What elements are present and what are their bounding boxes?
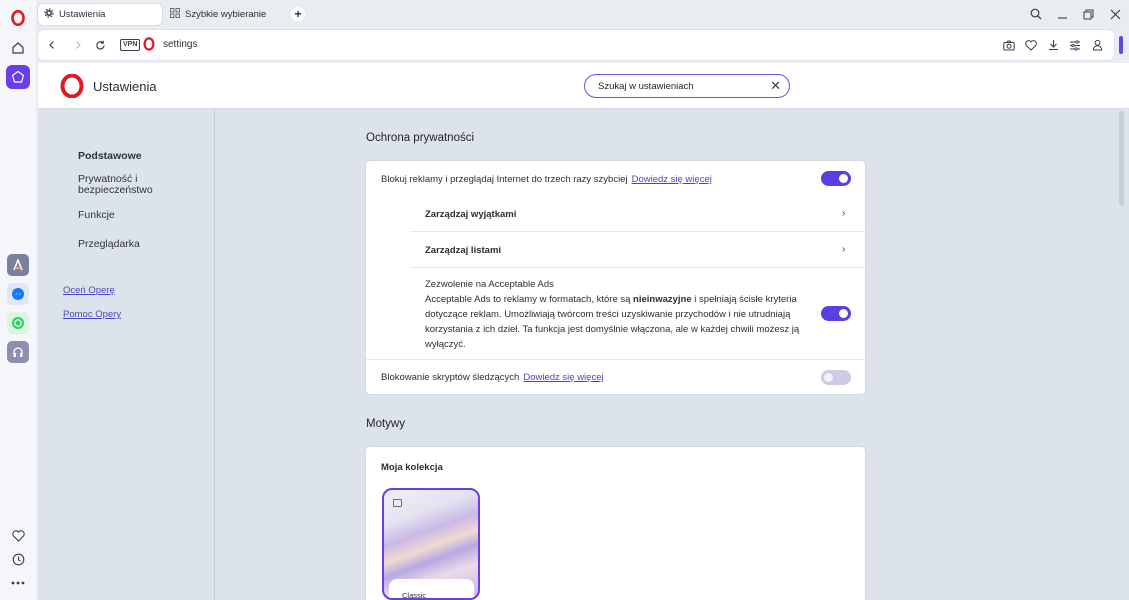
manage-exceptions-row[interactable]: Zarządzaj wyjątkami [425,209,516,220]
divider [366,359,865,360]
minimize-icon[interactable] [1052,5,1072,23]
workspace-icon[interactable] [6,65,30,89]
themes-card: Moja kolekcja Classic [366,447,865,600]
restore-icon[interactable] [1078,5,1098,23]
settings-nav: Podstawowe Prywatność i bezpieczeństwo F… [38,109,215,600]
chevron-right-icon: › [842,208,846,219]
gear-icon [44,8,54,21]
address-bar: VPN settings [38,30,1114,60]
tracker-learn-more-link[interactable]: Dowiedz się więcej [523,372,603,383]
block-ads-toggle[interactable] [821,171,851,186]
theme-name: Classic [402,591,427,600]
download-icon[interactable] [1046,38,1060,52]
collection-title: Moja kolekcja [381,462,443,473]
browser-sidebar [0,0,36,600]
themes-section-title: Motywy [366,418,405,430]
easy-setup-icon[interactable] [1068,38,1082,52]
opera-url-icon [143,37,155,56]
privacy-section-title: Ochrona prywatności [366,132,475,144]
vpn-badge[interactable]: VPN [120,39,141,51]
settings-header: Ustawienia Szukaj w ustawieniach ✕ [38,63,1129,109]
back-icon[interactable] [44,37,60,53]
more-dots-icon[interactable] [6,571,30,595]
close-window-icon[interactable] [1105,5,1125,23]
rate-opera-link[interactable]: Oceń Operę [63,285,115,296]
music-player-icon[interactable] [7,341,29,363]
block-ads-row: Blokuj reklamy i przeglądaj Internet do … [381,174,712,185]
aria-icon[interactable] [7,254,29,276]
divider [410,231,865,232]
reload-icon[interactable] [92,37,108,53]
camera-icon[interactable] [1002,38,1016,52]
opera-menu-icon[interactable] [6,6,30,30]
theme-classic-thumbnail[interactable]: Classic [382,488,480,600]
search-tabs-icon[interactable] [1026,5,1046,23]
bookmarks-heart-icon[interactable] [6,524,30,548]
theme-label-card: Classic [389,579,474,600]
privacy-card: Blokuj reklamy i przeglądaj Internet do … [366,161,865,394]
chevron-right-icon: › [842,244,846,255]
nav-item-browser[interactable]: Przeglądarka [78,239,140,250]
acceptable-ads-description: Acceptable Ads to reklamy w formatach, k… [425,294,800,350]
manage-lists-row[interactable]: Zarządzaj listami [425,245,501,256]
url-text[interactable]: settings [163,39,197,50]
whatsapp-icon[interactable] [7,312,29,334]
opera-help-link[interactable]: Pomoc Opery [63,309,121,320]
toolbar-accent-bar [1119,36,1123,54]
opera-logo-icon [60,73,84,103]
home-icon[interactable] [6,36,30,60]
nav-item-privacy[interactable]: Prywatność i bezpieczeństwo [78,174,178,196]
theme-picture-icon [393,499,402,507]
nav-item-basic[interactable]: Podstawowe [78,151,142,162]
profile-icon[interactable] [1090,38,1104,52]
settings-page: Ustawienia Szukaj w ustawieniach ✕ Podst… [38,63,1129,600]
tab-settings[interactable]: Ustawienia [38,4,162,25]
page-scrollbar[interactable] [1119,111,1124,206]
forward-icon[interactable] [70,37,86,53]
block-ads-learn-more-link[interactable]: Dowiedz się więcej [632,174,712,185]
history-clock-icon[interactable] [6,547,30,571]
settings-search-input[interactable]: Szukaj w ustawieniach ✕ [584,74,790,98]
acceptable-ads-title: Zezwolenie na Acceptable Ads [425,279,554,290]
nav-item-features[interactable]: Funkcje [78,210,115,221]
clear-search-icon[interactable]: ✕ [770,78,781,94]
divider [410,267,865,268]
new-tab-button[interactable]: + [291,7,305,21]
page-title: Ustawienia [93,79,157,94]
acceptable-ads-toggle[interactable] [821,306,851,321]
tracker-block-toggle[interactable] [821,370,851,385]
heart-icon[interactable] [1024,38,1038,52]
tracker-block-label: Blokowanie skryptów śledzących [381,372,520,383]
messenger-icon[interactable] [7,283,29,305]
tab-label: Szybkie wybieranie [185,9,267,20]
block-ads-label: Blokuj reklamy i przeglądaj Internet do … [381,174,628,185]
search-value: Szukaj w ustawieniach [598,81,694,92]
tab-label: Ustawienia [59,9,106,20]
grid-icon [170,8,180,21]
tracker-block-row: Blokowanie skryptów śledzących Dowiedz si… [381,372,604,383]
tab-strip: Ustawienia Szybkie wybieranie + [36,0,1129,29]
tab-speed-dial[interactable]: Szybkie wybieranie [164,4,286,25]
settings-content: Ochrona prywatności Blokuj reklamy i prz… [216,109,1116,600]
